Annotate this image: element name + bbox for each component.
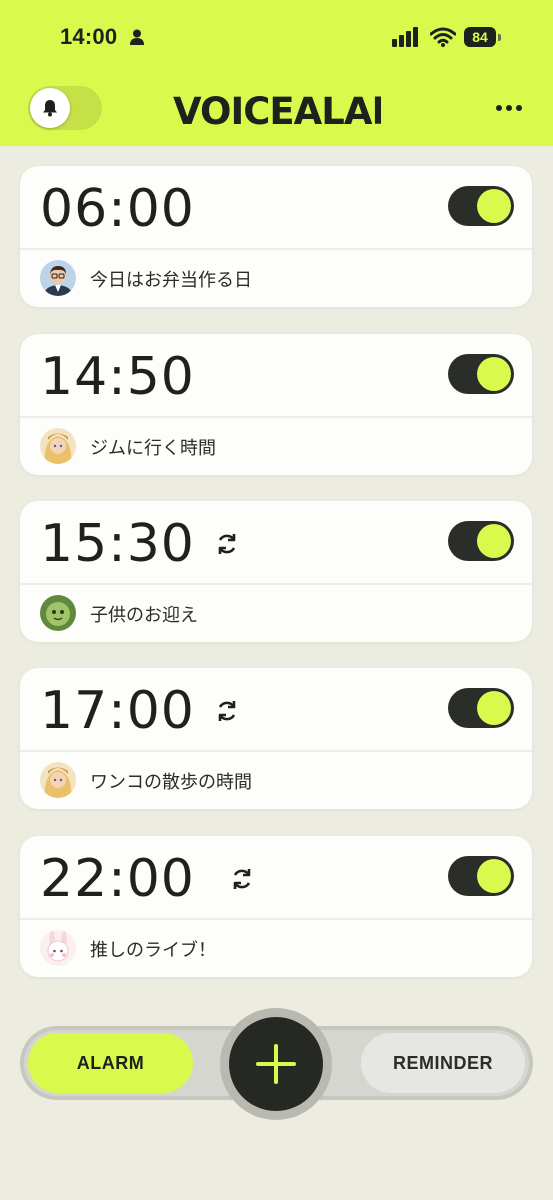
battery-cap [498, 34, 501, 41]
top-header: 14:00 84 VOICEALARM [0, 0, 553, 146]
add-alarm-button[interactable] [229, 1017, 323, 1111]
notification-toggle[interactable] [28, 86, 102, 130]
alarm-card-bottom: 子供のお迎え [20, 585, 532, 642]
alarm-card-top: 22:00 [20, 836, 532, 918]
alarm-time: 14:50 [40, 347, 195, 407]
alarm-card[interactable]: 14:50 ジムに行く時間 [20, 334, 532, 475]
toggle-knob [477, 357, 511, 391]
bell-icon [43, 100, 57, 117]
alarm-label: 推しのライブ！ [90, 940, 216, 961]
alarm-time: 15:30 [40, 514, 195, 574]
toggle-knob [477, 859, 511, 893]
avatar [40, 595, 76, 631]
avatar [40, 260, 76, 296]
more-options-button[interactable] [489, 94, 529, 122]
alarm-card-bottom: ジムに行く時間 [20, 418, 532, 475]
battery-indicator: 84 [464, 27, 496, 47]
alarm-card[interactable]: 17:00 ワンコの散歩の時間 [20, 668, 532, 809]
tab-alarm[interactable]: ALARM [28, 1033, 193, 1093]
alarm-card-bottom: 推しのライブ！ [20, 920, 532, 977]
avatar [40, 762, 76, 798]
alarm-card-top: 14:50 [20, 334, 532, 416]
alarm-card-bottom: 今日はお弁当作る日 [20, 250, 532, 307]
person-icon [130, 29, 144, 45]
repeat-icon [218, 534, 236, 554]
alarm-toggle[interactable] [448, 856, 514, 896]
alarm-toggle[interactable] [448, 186, 514, 226]
alarm-card[interactable]: 15:30 子供のお迎え [20, 501, 532, 642]
alarm-card-top: 06:00 [20, 166, 532, 248]
alarm-card-top: 17:00 [20, 668, 532, 750]
cellular-signal-icon [392, 27, 418, 47]
repeat-icon [218, 701, 236, 721]
svg-text:VOICEALARM: VOICEALARM [173, 90, 381, 130]
alarm-card-top: 15:30 [20, 501, 532, 583]
alarm-label: 今日はお弁当作る日 [90, 270, 252, 291]
tab-reminder[interactable]: REMINDER [361, 1033, 525, 1093]
alarm-card-bottom: ワンコの散歩の時間 [20, 752, 532, 809]
voicealarm-logo: VOICEALARM [173, 90, 381, 130]
toggle-knob [477, 524, 511, 558]
toggle-knob [477, 691, 511, 725]
alarm-toggle[interactable] [448, 354, 514, 394]
alarm-card[interactable]: 06:00 今日はお弁当作る日 [20, 166, 532, 307]
avatar [40, 428, 76, 464]
notification-toggle-knob [30, 88, 70, 128]
alarm-label: 子供のお迎え [90, 605, 198, 626]
more-dots-icon [496, 105, 522, 111]
status-time: 14:00 [60, 24, 118, 49]
alarm-toggle[interactable] [448, 688, 514, 728]
plus-icon [256, 1044, 296, 1084]
wifi-icon [430, 27, 456, 47]
avatar [40, 930, 76, 966]
alarm-toggle[interactable] [448, 521, 514, 561]
alarm-time: 17:00 [40, 681, 195, 741]
alarm-label: ワンコの散歩の時間 [90, 772, 252, 793]
alarm-label: ジムに行く時間 [90, 438, 216, 459]
repeat-icon [233, 869, 251, 889]
alarm-time: 22:00 [40, 849, 195, 909]
toggle-knob [477, 189, 511, 223]
alarm-card[interactable]: 22:00 推しのライブ！ [20, 836, 532, 977]
alarm-time: 06:00 [40, 179, 195, 239]
